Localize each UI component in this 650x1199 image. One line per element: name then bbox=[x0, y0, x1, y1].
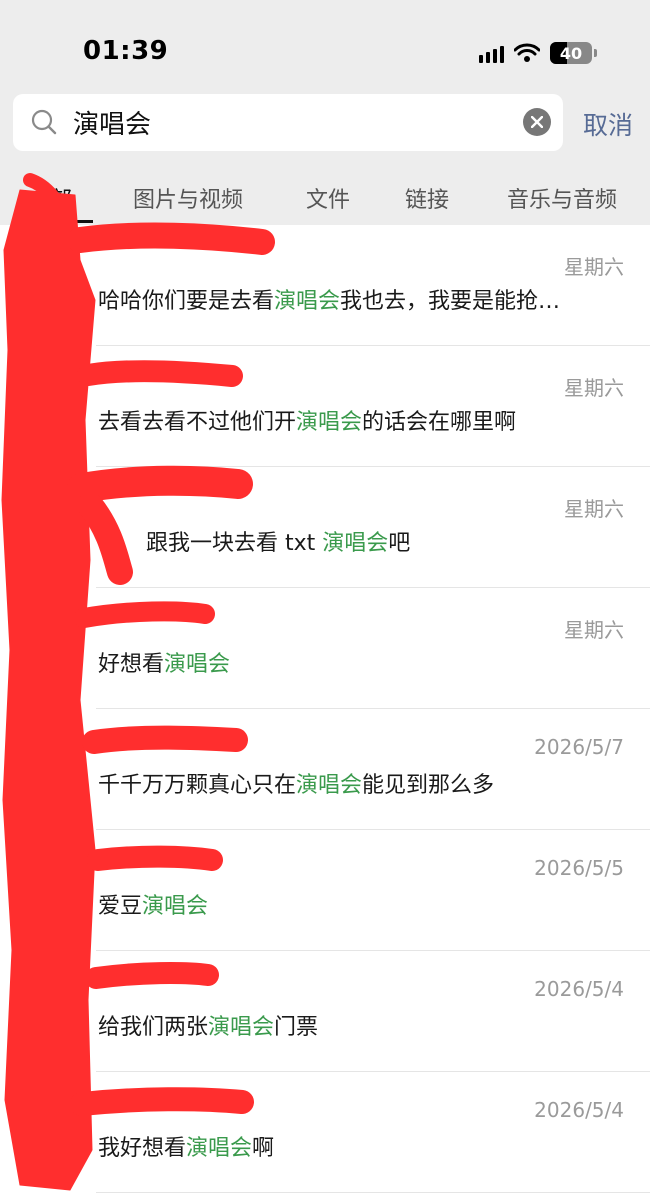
avatar bbox=[22, 489, 78, 545]
search-icon bbox=[31, 109, 57, 135]
message-time: 星期六 bbox=[564, 618, 624, 642]
keyword-highlight: 演唱会 bbox=[164, 652, 231, 677]
list-item[interactable]: 2026/5/4 给我们两张演唱会门票 bbox=[0, 951, 650, 1072]
status-time: 01:39 bbox=[83, 36, 169, 66]
keyword-highlight: 演唱会 bbox=[208, 1015, 275, 1040]
search-results-list: 星期六 哈哈你们要是去看演唱会我也去，我要是能抢… 星期六 去看去看不过他们开演… bbox=[0, 225, 650, 1193]
avatar bbox=[22, 368, 78, 424]
message-text: 爱豆演唱会 bbox=[98, 894, 209, 919]
message-time: 星期六 bbox=[564, 497, 624, 521]
list-item[interactable]: 星期六 好想看演唱会 bbox=[0, 588, 650, 709]
avatar bbox=[22, 852, 78, 908]
header-area: 01:39 40 取消 全部 图片与视频 文件 链接 音乐与音频 bbox=[0, 0, 650, 225]
cancel-button[interactable]: 取消 bbox=[583, 106, 633, 142]
status-icons: 40 bbox=[479, 38, 597, 68]
wifi-icon bbox=[514, 43, 540, 62]
keyword-highlight: 演唱会 bbox=[322, 531, 389, 556]
list-item[interactable]: 星期六 跟我一块去看 txt 演唱会吧 bbox=[0, 467, 650, 588]
keyword-highlight: 演唱会 bbox=[142, 894, 209, 919]
list-item[interactable]: 星期六 哈哈你们要是去看演唱会我也去，我要是能抢… bbox=[0, 225, 650, 346]
list-item[interactable]: 星期六 去看去看不过他们开演唱会的话会在哪里啊 bbox=[0, 346, 650, 467]
tab-links[interactable]: 链接 bbox=[405, 182, 449, 214]
search-input[interactable] bbox=[73, 102, 513, 142]
message-time: 2026/5/4 bbox=[534, 977, 624, 1001]
message-text: 去看去看不过他们开演唱会的话会在哪里啊 bbox=[98, 410, 517, 435]
message-text: 给我们两张演唱会门票 bbox=[98, 1015, 319, 1040]
message-time: 星期六 bbox=[564, 376, 624, 400]
message-text: 跟我一块去看 txt 演唱会吧 bbox=[146, 531, 411, 556]
tab-files[interactable]: 文件 bbox=[306, 182, 350, 214]
message-time: 2026/5/4 bbox=[534, 1098, 624, 1122]
avatar bbox=[22, 247, 78, 303]
message-time: 2026/5/7 bbox=[534, 735, 624, 759]
avatar bbox=[22, 731, 78, 787]
active-tab-indicator bbox=[20, 220, 93, 223]
message-text: 哈哈你们要是去看演唱会我也去，我要是能抢… bbox=[98, 289, 561, 314]
battery-percent: 40 bbox=[559, 43, 583, 63]
avatar bbox=[22, 610, 78, 666]
avatar bbox=[22, 1094, 78, 1150]
cellular-signal-icon bbox=[479, 43, 504, 63]
message-text: 千千万万颗真心只在演唱会能见到那么多 bbox=[98, 773, 495, 798]
keyword-highlight: 演唱会 bbox=[296, 773, 363, 798]
message-text: 我好想看演唱会啊 bbox=[98, 1136, 275, 1161]
list-item[interactable]: 2026/5/5 爱豆演唱会 bbox=[0, 830, 650, 951]
search-bar[interactable] bbox=[13, 94, 563, 151]
tab-images-videos[interactable]: 图片与视频 bbox=[133, 182, 243, 214]
message-text: 好想看演唱会 bbox=[98, 652, 231, 677]
filter-tabs: 全部 图片与视频 文件 链接 音乐与音频 bbox=[0, 178, 650, 225]
clear-search-icon[interactable] bbox=[523, 108, 551, 136]
list-item[interactable]: 2026/5/7 千千万万颗真心只在演唱会能见到那么多 bbox=[0, 709, 650, 830]
avatar bbox=[22, 973, 78, 1029]
keyword-highlight: 演唱会 bbox=[186, 1136, 253, 1161]
message-time: 星期六 bbox=[564, 255, 624, 279]
message-time: 2026/5/5 bbox=[534, 856, 624, 880]
battery-icon: 40 bbox=[550, 42, 597, 64]
keyword-highlight: 演唱会 bbox=[296, 410, 363, 435]
tab-all[interactable]: 全部 bbox=[28, 182, 72, 214]
list-item[interactable]: 2026/5/4 我好想看演唱会啊 bbox=[0, 1072, 650, 1193]
tab-music-audio[interactable]: 音乐与音频 bbox=[507, 182, 617, 214]
keyword-highlight: 演唱会 bbox=[274, 289, 341, 314]
